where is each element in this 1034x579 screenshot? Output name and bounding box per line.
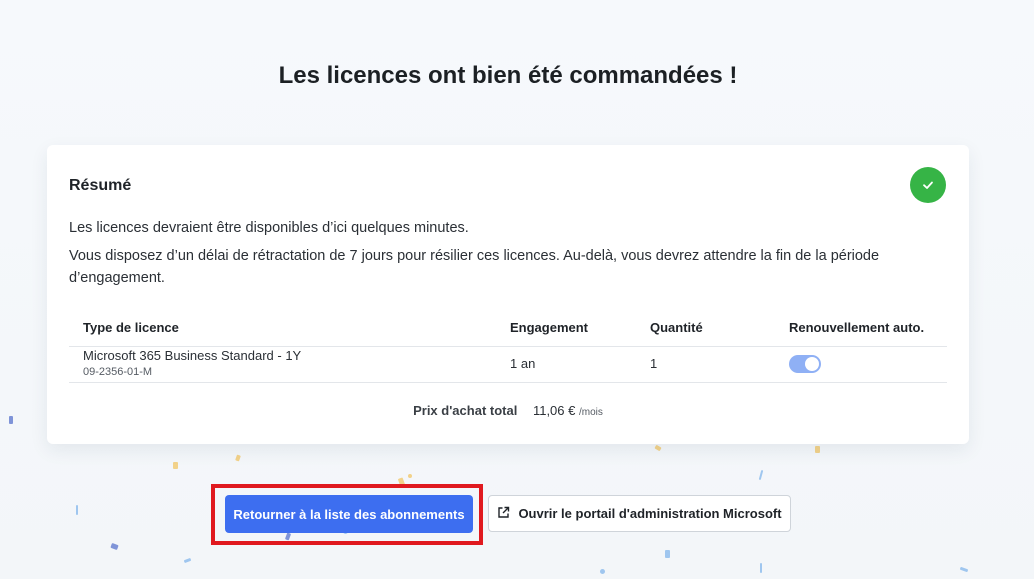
back-to-subscriptions-button[interactable]: Retourner à la liste des abonnements — [225, 495, 473, 533]
table-header-row: Type de licence Engagement Quantité Reno… — [69, 313, 947, 347]
confetti-piece — [760, 563, 762, 573]
summary-card: Résumé Les licences devraient être dispo… — [47, 145, 969, 444]
withdrawal-message: Vous disposez d’un délai de rétractation… — [69, 248, 880, 286]
header-commitment: Engagement — [510, 320, 589, 335]
page-title: Les licences ont bien été commandées ! — [278, 62, 738, 89]
confetti-piece — [235, 454, 241, 462]
confetti-piece — [959, 566, 969, 573]
confetti-piece — [654, 444, 662, 452]
license-table: Type de licence Engagement Quantité Reno… — [69, 313, 947, 383]
toggle-knob — [805, 357, 819, 371]
confetti-piece — [173, 462, 178, 469]
header-license-type: Type de licence — [83, 320, 179, 335]
confetti-piece — [76, 505, 78, 515]
total-label: Prix d'achat total — [413, 403, 518, 418]
portal-button-label: Ouvrir le portail d'administration Micro… — [518, 506, 782, 521]
license-commitment: 1 an — [510, 356, 536, 371]
total-amount: 11,06 € — [532, 403, 576, 418]
confetti-piece — [758, 469, 764, 481]
confetti-piece — [815, 446, 820, 453]
header-quantity: Quantité — [650, 320, 703, 335]
license-quantity: 1 — [650, 356, 658, 371]
auto-renewal-toggle[interactable] — [789, 355, 821, 373]
confetti-piece — [665, 550, 670, 558]
license-sku: 09-2356-01-M — [83, 366, 153, 378]
success-check-icon — [910, 167, 946, 203]
confetti-piece — [600, 569, 605, 574]
availability-message: Les licences devraient être disponibles … — [69, 220, 469, 236]
license-name: Microsoft 365 Business Standard - 1Y — [83, 348, 302, 363]
confetti-piece — [408, 474, 412, 478]
table-row: Microsoft 365 Business Standard - 1Y 09-… — [69, 347, 947, 383]
confetti-piece — [9, 416, 13, 424]
back-button-label: Retourner à la liste des abonnements — [233, 506, 465, 522]
header-auto-renewal: Renouvellement auto. — [789, 320, 925, 335]
confetti-piece — [183, 557, 192, 564]
open-admin-portal-button[interactable]: Ouvrir le portail d'administration Micro… — [488, 495, 791, 532]
total-unit: /mois — [579, 407, 603, 418]
summary-title: Résumé — [69, 177, 132, 194]
confetti-piece — [110, 542, 119, 551]
external-link-icon — [497, 506, 510, 522]
total-row: Prix d'achat total 11,06 € /mois — [47, 403, 969, 418]
